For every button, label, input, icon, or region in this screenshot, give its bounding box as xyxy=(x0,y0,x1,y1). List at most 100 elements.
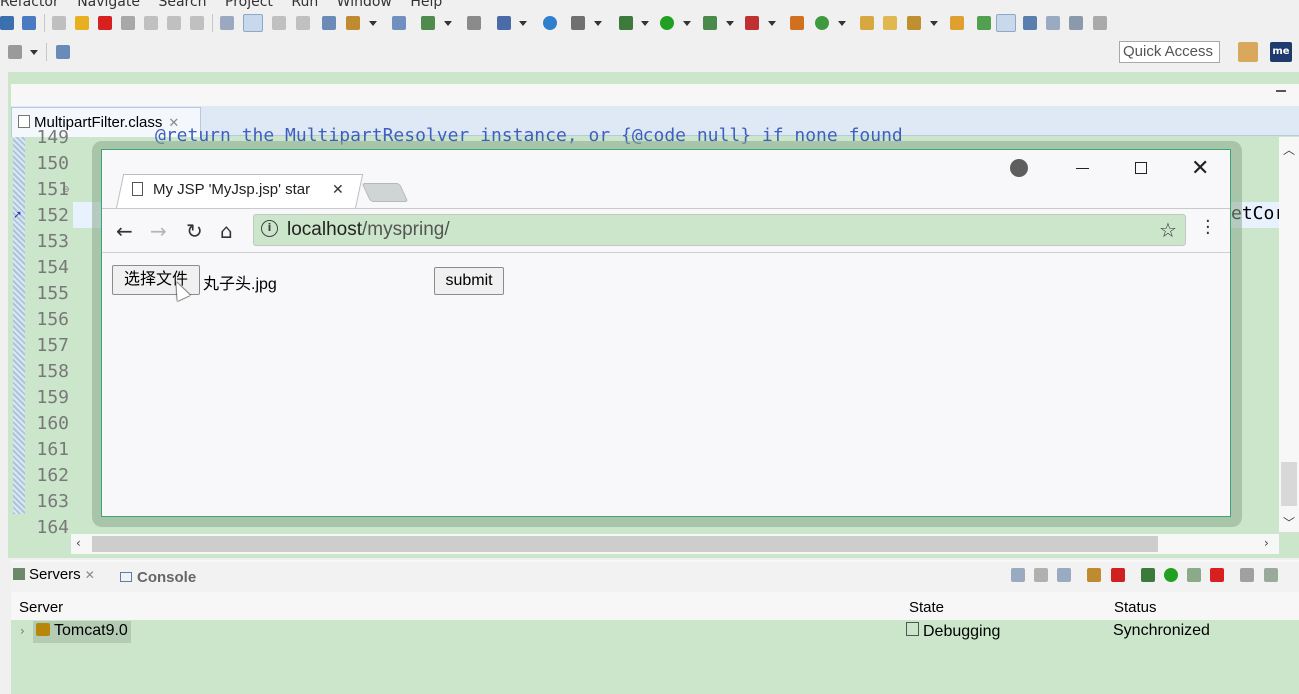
use-step-filters-icon[interactable] xyxy=(243,14,263,32)
scroll-up-icon[interactable]: ︿ xyxy=(1283,141,1295,158)
terminate-icon[interactable] xyxy=(98,16,112,30)
new-window-icon[interactable] xyxy=(56,45,70,59)
publish-icon[interactable] xyxy=(1240,568,1254,582)
mark-occurrences-icon[interactable] xyxy=(996,14,1016,32)
expand-all-icon[interactable] xyxy=(1057,568,1071,582)
minimize-editor-icon[interactable] xyxy=(1276,90,1286,92)
close-tab-icon[interactable]: ✕ xyxy=(332,182,344,198)
vertical-scroll-thumb[interactable] xyxy=(1281,462,1297,506)
external-tools-icon[interactable] xyxy=(745,16,759,30)
scroll-right-icon[interactable]: › xyxy=(1264,536,1269,550)
save-icon[interactable] xyxy=(0,16,14,30)
tab-console[interactable]: Console xyxy=(120,569,196,586)
suspend-icon[interactable] xyxy=(75,16,89,30)
browser-tab-content: My JSP 'MyJsp.jsp' star xyxy=(132,181,350,201)
chevron-down-icon[interactable] xyxy=(726,21,734,26)
block-selection-icon[interactable] xyxy=(1023,16,1037,30)
horizontal-scroll-thumb[interactable] xyxy=(92,536,1158,552)
chevron-down-icon[interactable] xyxy=(768,21,776,26)
new-icon[interactable] xyxy=(322,16,336,30)
open-task-icon[interactable] xyxy=(950,16,964,30)
drop-to-frame-icon[interactable] xyxy=(220,16,234,30)
submit-button[interactable]: submit xyxy=(434,267,504,295)
close-window-icon[interactable]: ✕ xyxy=(1191,156,1209,181)
search-icon[interactable] xyxy=(497,16,511,30)
open-folder-icon[interactable] xyxy=(860,16,874,30)
tab-console-label: Console xyxy=(137,569,197,586)
account-icon[interactable] xyxy=(1010,159,1028,177)
chevron-down-icon[interactable] xyxy=(369,21,377,26)
coverage-icon[interactable] xyxy=(703,16,717,30)
chevron-down-icon[interactable] xyxy=(594,21,602,26)
chevron-down-icon[interactable] xyxy=(30,50,38,55)
column-header-state[interactable]: State xyxy=(909,599,944,616)
table-icon[interactable] xyxy=(467,16,481,30)
line-number: 163 xyxy=(36,491,69,512)
browser-menu-icon[interactable]: · · · xyxy=(1205,213,1211,243)
open-type-icon[interactable] xyxy=(392,16,406,30)
profile-server-icon[interactable] xyxy=(1187,568,1201,582)
grid-icon[interactable] xyxy=(421,16,435,30)
start-server-icon[interactable] xyxy=(1164,568,1178,582)
annotation-icon[interactable] xyxy=(977,16,991,30)
open-perspective-icon[interactable] xyxy=(1238,42,1258,62)
pin-icon[interactable] xyxy=(907,16,921,30)
delete-icon[interactable] xyxy=(1111,568,1125,582)
chevron-down-icon[interactable] xyxy=(683,21,691,26)
debug-bug-icon[interactable] xyxy=(619,16,633,30)
line-number: 153 xyxy=(36,231,69,252)
debug-server-icon[interactable] xyxy=(1141,568,1155,582)
chevron-down-icon[interactable] xyxy=(838,21,846,26)
disconnect-icon[interactable] xyxy=(121,16,135,30)
resume-icon[interactable] xyxy=(52,16,66,30)
open-project-icon[interactable] xyxy=(883,16,897,30)
address-url[interactable]: localhost/myspring/ xyxy=(287,219,450,241)
new-server-icon[interactable] xyxy=(1087,568,1101,582)
view-tab-bar xyxy=(11,562,1299,592)
column-header-status[interactable]: Status xyxy=(1114,599,1157,616)
home-icon[interactable]: ⌂ xyxy=(220,219,233,243)
chevron-down-icon[interactable] xyxy=(444,21,452,26)
chevron-right-icon[interactable]: › xyxy=(20,624,25,638)
forward-arrow-icon[interactable]: → xyxy=(150,219,167,243)
undo-icon[interactable] xyxy=(272,16,286,30)
step-return-icon[interactable] xyxy=(190,16,204,30)
bookmark-star-icon[interactable]: ☆ xyxy=(1159,218,1177,242)
line-number: 160 xyxy=(36,413,69,434)
tab-servers[interactable]: Servers ✕ xyxy=(13,566,95,583)
word-wrap-icon[interactable] xyxy=(1046,16,1060,30)
skip-breakpoints-icon[interactable] xyxy=(22,16,36,30)
toolbar-overflow-icon[interactable] xyxy=(1093,16,1107,30)
server-list xyxy=(11,620,1299,694)
quick-access-field[interactable]: Quick Access xyxy=(1119,41,1220,63)
step-over-icon[interactable] xyxy=(167,16,181,30)
server-row-name[interactable]: Tomcat9.0 xyxy=(33,621,131,643)
back-arrow-icon[interactable]: ← xyxy=(116,219,133,243)
stop-server-icon[interactable] xyxy=(1210,568,1224,582)
chevron-down-icon[interactable] xyxy=(641,21,649,26)
scroll-down-icon[interactable]: ﹀ xyxy=(1283,514,1295,531)
show-whitespace-icon[interactable] xyxy=(1069,16,1083,30)
forward-nav-icon[interactable] xyxy=(8,45,22,59)
column-header-server[interactable]: Server xyxy=(19,599,63,616)
maximize-icon[interactable] xyxy=(1135,162,1147,174)
close-icon[interactable]: ✕ xyxy=(85,568,95,582)
filter-icon[interactable] xyxy=(1034,568,1048,582)
chevron-down-icon[interactable] xyxy=(930,21,938,26)
debug-tools-icon[interactable] xyxy=(346,16,360,30)
collapse-all-icon[interactable] xyxy=(1011,568,1025,582)
redo-icon[interactable] xyxy=(296,16,310,30)
reload-icon[interactable]: ↻ xyxy=(186,219,203,243)
globe-icon[interactable] xyxy=(543,16,557,30)
clean-icon[interactable] xyxy=(1264,568,1278,582)
run-icon[interactable] xyxy=(660,16,674,30)
java-ee-perspective-button[interactable]: me xyxy=(1270,42,1292,62)
info-icon[interactable]: i xyxy=(261,220,278,237)
chevron-down-icon[interactable] xyxy=(519,21,527,26)
new-package-icon[interactable] xyxy=(790,16,804,30)
step-into-icon[interactable] xyxy=(144,16,158,30)
scroll-left-icon[interactable]: ‹ xyxy=(76,536,81,550)
camera-icon[interactable] xyxy=(571,16,585,30)
minimize-icon[interactable] xyxy=(1076,168,1089,169)
new-class-icon[interactable] xyxy=(815,16,829,30)
